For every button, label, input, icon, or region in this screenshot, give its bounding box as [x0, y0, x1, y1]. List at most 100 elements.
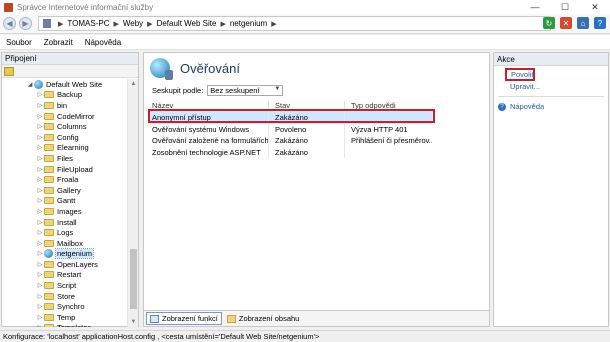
tree-item[interactable]: ▷ netgenium	[2, 248, 128, 260]
tab-features-view[interactable]: Zobrazení funkcí	[146, 312, 222, 325]
expand-arrow-icon[interactable]: ▷	[36, 219, 44, 226]
expand-arrow-icon[interactable]: ▷	[36, 250, 44, 257]
tree-item[interactable]: ▷ Logs	[2, 227, 128, 238]
menu-file[interactable]: Soubor	[0, 38, 38, 47]
column-header-state[interactable]: Stav	[268, 100, 344, 110]
expand-arrow-icon[interactable]: ▷	[36, 303, 44, 310]
expand-arrow-icon[interactable]: ▷	[36, 123, 44, 130]
folder-icon	[44, 123, 54, 131]
folder-icon	[44, 112, 54, 120]
scroll-down-icon[interactable]: ▼	[128, 317, 139, 327]
tree-item[interactable]: ▷ Columns	[2, 121, 128, 132]
tree-item-label: Install	[57, 217, 77, 227]
tree-item[interactable]: ▷ Synchro	[2, 301, 128, 312]
menu-help[interactable]: Nápověda	[79, 38, 127, 47]
tree-item[interactable]: ▷ FileUpload	[2, 164, 128, 175]
close-button[interactable]: ✕	[580, 0, 610, 14]
globe-icon	[44, 249, 53, 259]
tree-item[interactable]: ▷ Restart	[2, 270, 128, 281]
folder-icon	[44, 229, 54, 237]
tree-item[interactable]: ▷ Install	[2, 217, 128, 228]
expand-arrow-icon[interactable]: ▷	[36, 91, 44, 98]
expand-arrow-icon[interactable]: ▷	[36, 282, 44, 289]
help-action[interactable]: ? Nápověda	[494, 101, 608, 112]
stop-icon[interactable]: ✕	[560, 17, 572, 29]
menu-view[interactable]: Zobrazit	[38, 38, 79, 47]
help-icon[interactable]: ?	[594, 17, 606, 29]
expand-arrow-icon[interactable]: ▷	[36, 187, 44, 194]
folder-icon	[44, 154, 54, 162]
table-row[interactable]: Ověřování založené na formulářích Zakázá…	[150, 135, 432, 147]
tab-content-view[interactable]: Zobrazení obsahu	[224, 312, 302, 325]
expand-arrow-icon[interactable]: ▷	[36, 197, 44, 204]
expand-arrow-icon[interactable]: ▷	[36, 229, 44, 236]
row-state: Zakázáno	[268, 112, 344, 124]
home-icon[interactable]: ⌂	[577, 17, 589, 29]
folder-toolbar-icon[interactable]	[4, 66, 14, 76]
row-name: Anonymní přístup	[152, 113, 211, 123]
tree-item[interactable]: ▷ Images	[2, 206, 128, 217]
forward-arrow-icon[interactable]: ▶	[19, 17, 32, 30]
refresh-icon[interactable]: ↻	[543, 17, 555, 29]
tree-item[interactable]: ▷ Config	[2, 132, 128, 143]
tree-item[interactable]: ▷ bin	[2, 100, 128, 111]
groupby-select[interactable]: Bez seskupení ▼	[207, 84, 284, 96]
tree-item[interactable]: ▷ Mailbox	[2, 238, 128, 249]
folder-icon	[44, 176, 54, 184]
tree-item[interactable]: ▷ Froala	[2, 174, 128, 185]
column-header-name[interactable]: Název	[150, 101, 268, 110]
minimize-button[interactable]: —	[520, 0, 550, 14]
folder-icon	[44, 282, 54, 290]
tree-item-label: CodeMirror	[57, 111, 95, 121]
tree-item[interactable]: ▷ Gantt	[2, 196, 128, 207]
expand-arrow-icon[interactable]: ▷	[36, 293, 44, 300]
expand-arrow-icon[interactable]: ▷	[36, 314, 44, 321]
expand-arrow-icon[interactable]: ▷	[36, 155, 44, 162]
tree-item[interactable]: ▷ CodeMirror	[2, 111, 128, 122]
scroll-up-icon[interactable]: ▲	[128, 79, 139, 89]
tree-scrollbar[interactable]: ▲ ▼	[127, 79, 138, 327]
tree-item-label: Columns	[57, 122, 87, 132]
expand-arrow-icon[interactable]: ▷	[36, 166, 44, 173]
edit-action[interactable]: Upravit...	[494, 81, 608, 92]
column-header-response[interactable]: Typ odpovědi	[344, 100, 432, 110]
tree-item[interactable]: ▷ Script	[2, 280, 128, 291]
folder-icon	[44, 133, 54, 141]
table-row[interactable]: Anonymní přístup Zakázáno	[150, 112, 432, 124]
collapse-arrow-icon[interactable]: ◢	[26, 81, 34, 88]
tree-item[interactable]: ▷ Files	[2, 153, 128, 164]
table-row[interactable]: Zosobnění technologie ASP.NET Zakázáno	[150, 146, 432, 158]
tree-item[interactable]: ▷ Store	[2, 291, 128, 302]
tree-item-label: Gantt	[57, 196, 76, 206]
breadcrumb-item-server[interactable]: TOMAS-PC	[67, 19, 109, 28]
expand-arrow-icon[interactable]: ▷	[36, 261, 44, 268]
breadcrumb-item-sites[interactable]: Weby	[123, 19, 143, 28]
breadcrumb-item-app[interactable]: netgenium	[230, 19, 267, 28]
tree-item[interactable]: ▷ OpenLayers	[2, 259, 128, 270]
tree-item[interactable]: ▷ Backup	[2, 90, 128, 101]
table-row[interactable]: Ověřování systému Windows Povoleno Výzva…	[150, 123, 432, 135]
expand-arrow-icon[interactable]: ▷	[36, 240, 44, 247]
expand-arrow-icon[interactable]: ▷	[36, 208, 44, 215]
tree-item[interactable]: ▷ Elearning	[2, 143, 128, 154]
expand-arrow-icon[interactable]: ▷	[36, 144, 44, 151]
enable-action[interactable]: Povolit	[505, 68, 535, 81]
tree-item[interactable]: ▷ Templates	[2, 323, 128, 327]
expand-arrow-icon[interactable]: ▷	[36, 271, 44, 278]
scrollbar-thumb[interactable]	[130, 249, 137, 309]
tree-item[interactable]: ▷ Gallery	[2, 185, 128, 196]
row-response: Výzva HTTP 401	[344, 123, 432, 135]
status-bar: Konfigurace: 'localhost' applicationHost…	[0, 330, 610, 342]
maximize-button[interactable]: ☐	[550, 0, 580, 14]
row-state: Zakázáno	[268, 135, 344, 147]
back-arrow-icon[interactable]: ◀	[3, 17, 16, 30]
tree-root[interactable]: ◢ Default Web Site	[2, 79, 128, 90]
breadcrumb[interactable]: ▶ TOMAS-PC ▶ Weby ▶ Default Web Site ▶ n…	[38, 16, 551, 31]
expand-arrow-icon[interactable]: ▷	[36, 134, 44, 141]
breadcrumb-item-site[interactable]: Default Web Site	[157, 19, 217, 28]
expand-arrow-icon[interactable]: ▷	[36, 102, 44, 109]
tree-item[interactable]: ▷ Temp	[2, 312, 128, 323]
expand-arrow-icon[interactable]: ▷	[36, 176, 44, 183]
expand-arrow-icon[interactable]: ▷	[36, 113, 44, 120]
expand-arrow-icon[interactable]: ▷	[36, 324, 44, 327]
